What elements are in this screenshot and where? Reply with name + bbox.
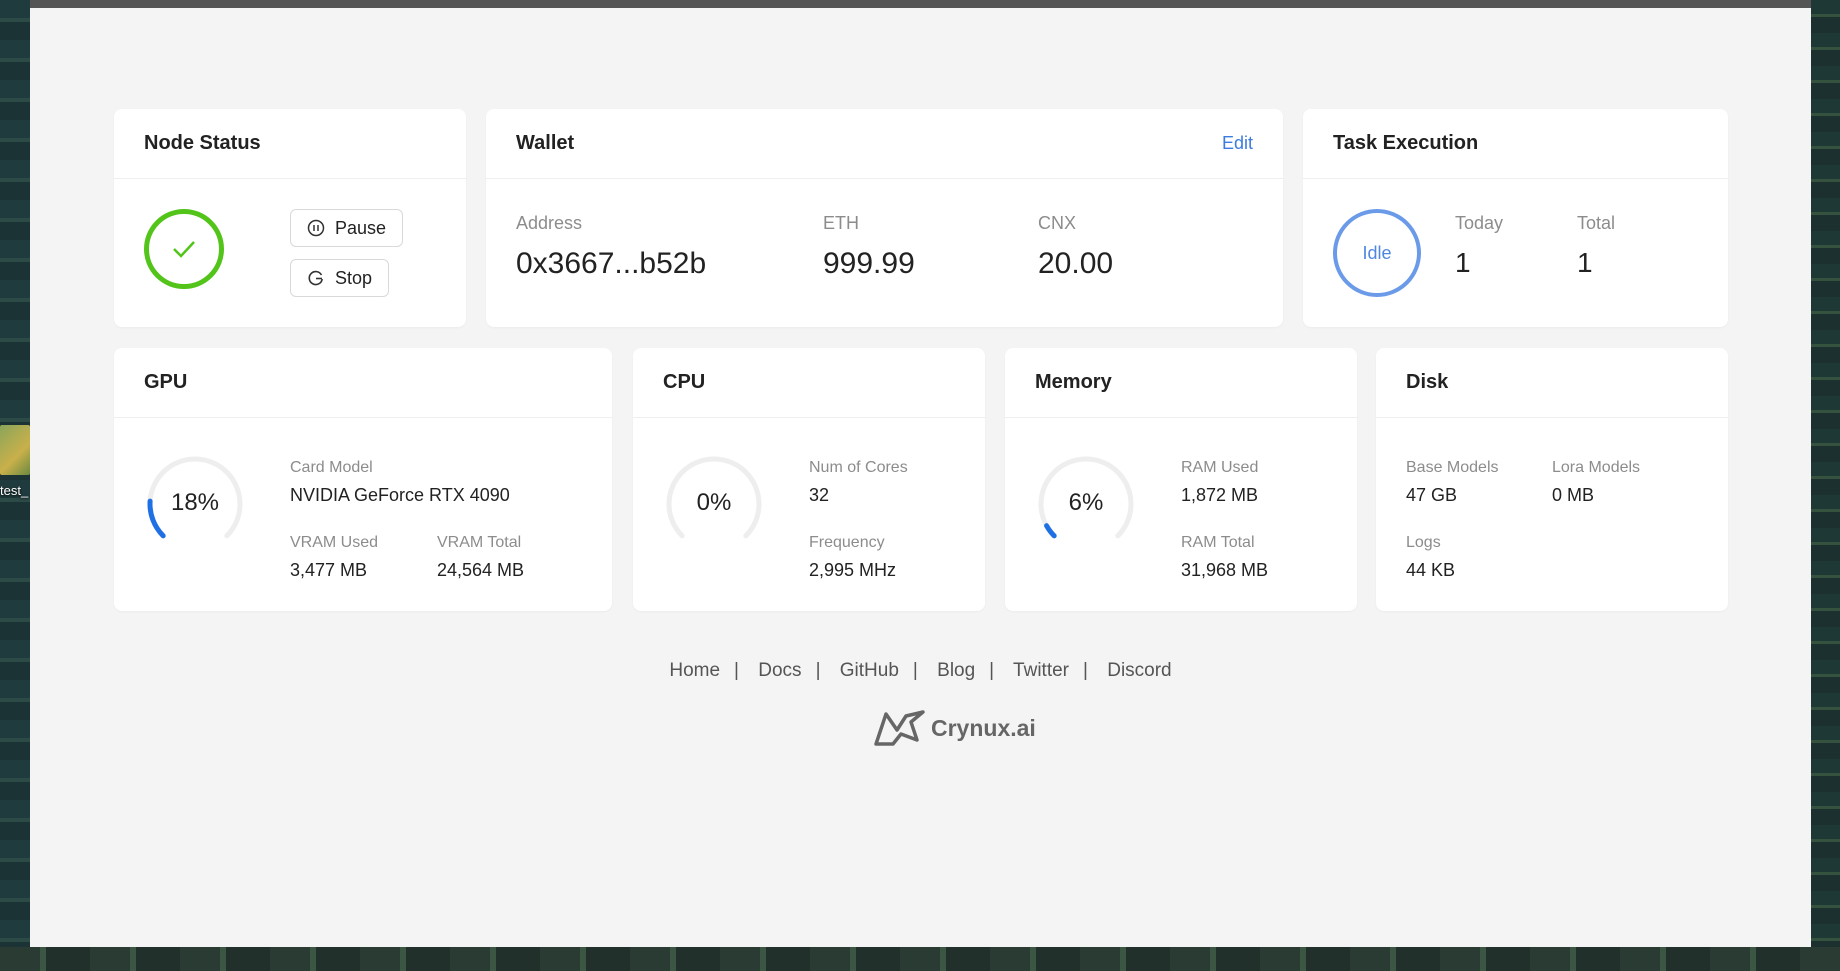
task-execution-title: Task Execution [1333,132,1479,154]
desktop-background-right [1810,0,1840,971]
eth-label: ETH [823,213,859,233]
pause-label: Pause [335,217,387,238]
desktop-shortcut[interactable]: test_ [0,425,30,498]
frequency-label: Frequency [809,534,885,551]
address-label: Address [516,213,583,233]
memory-card: Memory 6% RAM Used 1,872 MB RAM Total 31… [1005,348,1357,611]
footer-link-twitter[interactable]: Twitter [1013,660,1069,681]
cpu-card: CPU 0% Num of Cores 32 Frequency 2,995 M… [633,348,985,611]
footer-link-home[interactable]: Home [669,660,720,681]
desktop-background-bottom [0,947,1840,971]
memory-usage-text: 6% [1068,489,1104,516]
cnx-label: CNX [1038,213,1077,233]
brand-logo[interactable]: Crynux.ai [873,710,1036,746]
footer-link-docs[interactable]: Docs [758,660,801,681]
node-status-card: Node Status Pause Stop [114,109,466,327]
total-value: 1 [1577,247,1593,278]
footer-separator: | [734,660,739,681]
memory-gauge-fill [1044,523,1057,539]
wallet-card: Wallet Edit Address 0x3667...b52b ETH 99… [486,109,1283,327]
ram-total-label: RAM Total [1181,534,1255,551]
task-execution-card: Task Execution Idle Today 1 Total 1 [1303,109,1728,327]
crynux-logo-icon [874,710,925,746]
ram-used-value: 1,872 MB [1181,485,1259,505]
memory-usage-gauge: 6% [1035,453,1137,555]
ram-total-value: 31,968 MB [1181,560,1269,580]
memory-title: Memory [1035,371,1112,393]
task-state-indicator: Idle [1333,209,1421,297]
gpu-title: GPU [144,371,188,393]
check-icon [173,241,195,258]
today-value: 1 [1455,247,1471,278]
footer-separator: | [1083,660,1088,681]
ram-used-label: RAM Used [1181,459,1259,476]
base-models-value: 47 GB [1406,485,1458,505]
cores-label: Num of Cores [809,459,908,476]
lora-models-label: Lora Models [1552,459,1641,476]
footer-separator: | [989,660,995,681]
eth-value: 999.99 [823,247,915,280]
cnx-value: 20.00 [1038,247,1114,280]
footer-links: Home | Docs | GitHub | Blog | Twitter | Disco… [30,660,1811,682]
app-window: Node Status Pause Stop Wallet Edit Addre… [30,0,1811,947]
footer-link-discord[interactable]: Discord [1107,660,1171,681]
total-label: Total [1577,213,1616,233]
desktop-shortcut-icon [0,425,30,475]
pause-button[interactable]: Pause [290,209,404,247]
card-model-value: NVIDIA GeForce RTX 4090 [290,485,510,505]
base-models-label: Base Models [1406,459,1499,476]
footer-link-github[interactable]: GitHub [840,660,899,681]
lora-models-value: 0 MB [1552,485,1595,505]
footer-separator: | [912,660,918,681]
card-model-label: Card Model [290,459,373,476]
stop-label: Stop [335,267,373,288]
gpu-card: GPU 18% Card Model NVIDIA GeForce RTX 40… [114,348,612,611]
vram-used-label: VRAM Used [290,534,379,551]
disk-card: Disk Base Models 47 GB Lora Models 0 MB … [1376,348,1728,611]
brand-name: Crynux.ai [931,714,1036,741]
cpu-usage-text: 0% [696,489,732,516]
frequency-value: 2,995 MHz [809,560,897,580]
node-running-indicator [144,209,224,289]
wallet-title: Wallet [516,132,575,154]
vram-total-value: 24,564 MB [437,560,525,580]
gpu-usage-gauge: 18% [144,453,246,555]
gpu-usage-text: 18% [170,489,220,516]
stop-button[interactable]: Stop [290,259,390,297]
logs-label: Logs [1406,534,1441,551]
node-status-title: Node Status [144,132,261,154]
today-label: Today [1455,213,1504,233]
cores-value: 32 [809,485,830,505]
footer-separator: | [815,660,821,681]
pause-icon [307,219,325,237]
desktop-shortcut-label: test_ [0,483,29,498]
vram-total-label: VRAM Total [437,534,522,551]
address-value: 0x3667...b52b [516,247,707,280]
edit-wallet-link[interactable]: Edit [1222,133,1253,154]
cpu-title: CPU [663,371,706,393]
cpu-usage-gauge: 0% [663,453,765,555]
disk-title: Disk [1406,371,1449,393]
task-state-label: Idle [1362,242,1392,263]
footer-link-blog[interactable]: Blog [937,660,975,681]
vram-used-value: 3,477 MB [290,560,368,580]
logs-value: 44 KB [1406,560,1456,580]
stop-icon [308,270,323,286]
